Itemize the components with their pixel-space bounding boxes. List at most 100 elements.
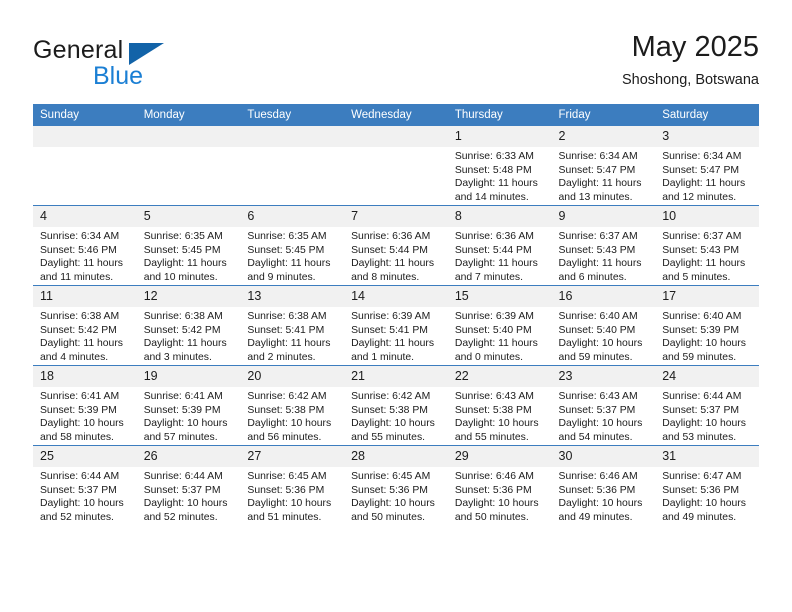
day-sun-info: Sunrise: 6:38 AM Sunset: 5:42 PM Daylight:… [33,307,137,364]
calendar-day-cell[interactable]: 18 Sunrise: 6:41 AM Sunset: 5:39 PM Dayligh… [33,365,137,446]
calendar-day-cell[interactable]: 26 Sunrise: 6:44 AM Sunset: 5:37 PM Dayligh… [136,445,241,525]
day-info-line: and 1 minute. [351,351,415,363]
day-sun-info: Sunrise: 6:37 AM Sunset: 5:43 PM Daylight:… [655,227,759,284]
day-info-line: Sunset: 5:38 PM [351,404,428,416]
calendar-day-cell[interactable]: 28 Sunrise: 6:45 AM Sunset: 5:36 PM Dayligh… [344,445,448,525]
day-info-line: and 7 minutes. [454,271,523,283]
day-info-line: Sunset: 5:41 PM [247,324,325,336]
day-info-line: Daylight: 10 hours [143,418,228,430]
calendar-day-cell[interactable]: 22 Sunrise: 6:43 AM Sunset: 5:38 PM Dayligh… [447,365,552,446]
calendar-day-cell[interactable]: 2 Sunrise: 6:34 AM Sunset: 5:47 PM Daylight… [551,126,656,206]
logo-text-general: General [33,36,124,64]
weekday-header-thursday: Thursday [447,104,552,126]
day-info-line: Daylight: 10 hours [454,418,539,430]
calendar-day-cell[interactable]: 15 Sunrise: 6:39 AM Sunset: 5:40 PM Dayligh… [447,285,552,366]
calendar-day-cell[interactable]: 8 Sunrise: 6:36 AM Sunset: 5:44 PM Daylight… [447,205,552,286]
day-info-line: Daylight: 11 hours [247,338,331,350]
calendar-day-cell[interactable]: 29 Sunrise: 6:46 AM Sunset: 5:36 PM Dayligh… [447,445,552,525]
day-sun-info: Sunrise: 6:42 AM Sunset: 5:38 PM Daylight:… [344,387,448,444]
calendar-day-cell[interactable]: 13 Sunrise: 6:38 AM Sunset: 5:41 PM Dayligh… [240,285,345,366]
day-info-line: Sunset: 5:36 PM [247,484,325,496]
day-info-line: Sunrise: 6:39 AM [351,311,431,322]
calendar-day-cell[interactable]: 16 Sunrise: 6:40 AM Sunset: 5:40 PM Dayligh… [551,285,656,366]
day-sun-info: Sunrise: 6:37 AM Sunset: 5:43 PM Daylight:… [552,227,656,284]
calendar-day-cell[interactable]: 6 Sunrise: 6:35 AM Sunset: 5:45 PM Daylight… [240,205,345,286]
day-number: 31 [655,446,759,467]
day-info-line: Sunrise: 6:33 AM [454,151,534,162]
day-number: 21 [344,366,448,387]
day-sun-info: Sunrise: 6:43 AM Sunset: 5:38 PM Daylight:… [448,387,552,444]
weekday-header-wednesday: Wednesday [344,104,448,126]
calendar-day-cell[interactable]: 7 Sunrise: 6:36 AM Sunset: 5:44 PM Daylight… [344,205,448,286]
day-number: 19 [136,366,241,387]
day-info-line: Sunset: 5:47 PM [558,164,636,176]
calendar-day-cell[interactable]: 31 Sunrise: 6:47 AM Sunset: 5:36 PM Dayligh… [655,445,759,525]
day-info-line: and 51 minutes. [247,511,322,523]
day-number: 18 [33,366,137,387]
day-info-line: Sunrise: 6:38 AM [247,311,327,322]
day-info-line: and 10 minutes. [143,271,218,283]
day-info-line: Sunrise: 6:41 AM [40,391,120,402]
day-info-line: Daylight: 10 hours [662,418,746,430]
calendar-day-cell[interactable]: 30 Sunrise: 6:46 AM Sunset: 5:36 PM Dayligh… [551,445,656,525]
calendar-day-cell[interactable]: 14 Sunrise: 6:39 AM Sunset: 5:41 PM Dayligh… [344,285,448,366]
day-info-line: Sunset: 5:46 PM [40,244,117,256]
day-info-line: Sunset: 5:45 PM [247,244,325,256]
calendar-day-cell[interactable]: 17 Sunrise: 6:40 AM Sunset: 5:39 PM Dayligh… [655,285,759,366]
day-info-line: Sunset: 5:43 PM [558,244,636,256]
day-number: 30 [551,446,656,467]
calendar-day-cell[interactable]: 19 Sunrise: 6:41 AM Sunset: 5:39 PM Dayligh… [136,365,241,446]
day-info-line: Sunset: 5:37 PM [40,484,117,496]
calendar-day-cell[interactable]: 10 Sunrise: 6:37 AM Sunset: 5:43 PM Dayligh… [655,205,759,286]
calendar-week-row: 4 Sunrise: 6:34 AM Sunset: 5:46 PM Daylight… [33,205,759,286]
day-number: 7 [344,206,448,227]
weekday-header-monday: Monday [136,104,241,126]
day-info-line: and 8 minutes. [351,271,420,283]
calendar-day-cell[interactable]: 4 Sunrise: 6:34 AM Sunset: 5:46 PM Daylight… [33,205,137,286]
calendar-day-cell[interactable]: 24 Sunrise: 6:44 AM Sunset: 5:37 PM Dayligh… [655,365,759,446]
calendar-day-cell[interactable]: 23 Sunrise: 6:43 AM Sunset: 5:37 PM Dayligh… [551,365,656,446]
day-info-line: Sunset: 5:36 PM [662,484,740,496]
day-info-line: Sunset: 5:37 PM [662,404,740,416]
day-number [344,126,448,147]
day-info-line: Sunrise: 6:37 AM [558,231,638,242]
day-sun-info: Sunrise: 6:35 AM Sunset: 5:45 PM Daylight:… [240,227,344,284]
day-number: 29 [447,446,552,467]
day-info-line: Sunrise: 6:47 AM [662,471,742,482]
page-subtitle: Shoshong, Botswana [621,72,759,88]
calendar-day-cell[interactable]: 3 Sunrise: 6:34 AM Sunset: 5:47 PM Daylight… [655,126,759,206]
calendar-day-cell[interactable]: 25 Sunrise: 6:44 AM Sunset: 5:37 PM Dayligh… [33,445,137,525]
day-info-line: Sunset: 5:41 PM [351,324,428,336]
calendar-day-cell[interactable]: 9 Sunrise: 6:37 AM Sunset: 5:43 PM Daylight… [551,205,656,286]
calendar-day-cell[interactable]: 11 Sunrise: 6:38 AM Sunset: 5:42 PM Dayligh… [33,285,137,366]
calendar-day-cell[interactable]: 12 Sunrise: 6:38 AM Sunset: 5:42 PM Dayligh… [136,285,241,366]
day-info-line: and 50 minutes. [351,511,426,523]
day-info-line: Sunrise: 6:36 AM [351,231,431,242]
day-info-line: and 59 minutes. [558,351,633,363]
day-info-line: Sunset: 5:36 PM [558,484,636,496]
day-sun-info: Sunrise: 6:40 AM Sunset: 5:40 PM Daylight:… [552,307,656,364]
calendar-day-cell[interactable]: 5 Sunrise: 6:35 AM Sunset: 5:45 PM Daylight… [136,205,241,286]
day-number: 4 [33,206,137,227]
day-info-line: and 12 minutes. [662,191,737,203]
day-number: 10 [655,206,759,227]
calendar-day-cell[interactable]: 20 Sunrise: 6:42 AM Sunset: 5:38 PM Dayligh… [240,365,345,446]
calendar-day-cell[interactable]: 1 Sunrise: 6:33 AM Sunset: 5:48 PM Daylight… [447,126,552,206]
weekday-header-tuesday: Tuesday [240,104,345,126]
logo-text-blue: Blue [93,62,144,90]
general-blue-logo[interactable]: General Blue [33,36,263,94]
calendar-day-cell[interactable]: 21 Sunrise: 6:42 AM Sunset: 5:38 PM Dayligh… [344,365,448,446]
calendar-day-cell[interactable]: 27 Sunrise: 6:45 AM Sunset: 5:36 PM Dayligh… [240,445,345,525]
day-info-line: Sunrise: 6:40 AM [558,311,638,322]
day-sun-info: Sunrise: 6:40 AM Sunset: 5:39 PM Daylight:… [655,307,759,364]
day-info-line: Sunset: 5:38 PM [247,404,325,416]
day-info-line: Daylight: 11 hours [40,338,123,350]
day-sun-info: Sunrise: 6:41 AM Sunset: 5:39 PM Daylight:… [33,387,137,444]
day-number: 23 [551,366,656,387]
day-info-line: and 0 minutes. [454,351,523,363]
day-info-line: Daylight: 10 hours [351,418,435,430]
calendar-day-cell-empty [344,126,448,206]
day-sun-info: Sunrise: 6:39 AM Sunset: 5:40 PM Daylight:… [448,307,552,364]
page-header: General Blue May 2025 Shoshong, Botswana [33,30,759,94]
day-sun-info: Sunrise: 6:44 AM Sunset: 5:37 PM Daylight:… [137,467,241,524]
